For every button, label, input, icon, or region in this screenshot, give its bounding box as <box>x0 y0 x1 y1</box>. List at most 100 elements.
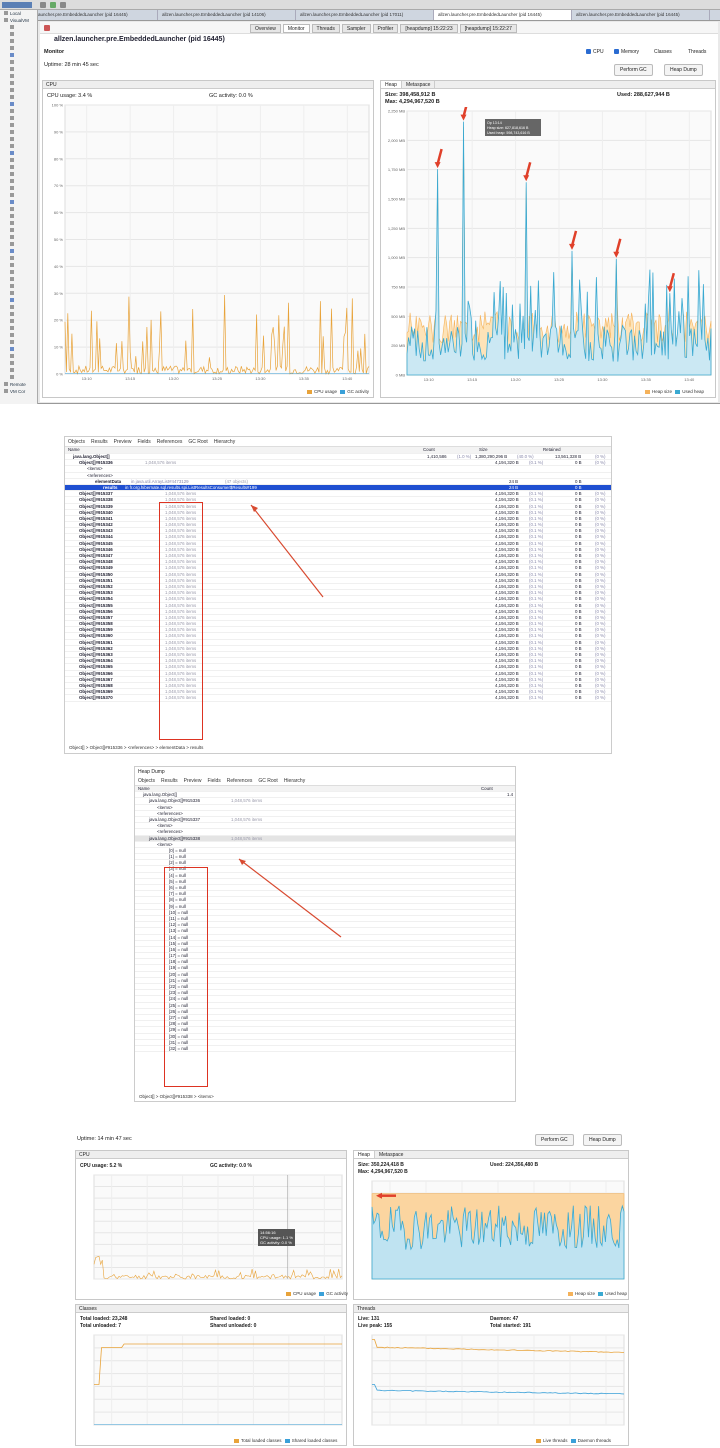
sidebar-item[interactable] <box>0 115 37 122</box>
heap-chart-2 <box>371 1180 625 1280</box>
sidebar-item[interactable] <box>0 199 37 206</box>
sidebar-item[interactable] <box>0 129 37 136</box>
gc-legend-swatch <box>340 389 346 394</box>
sidebar-item[interactable] <box>0 122 37 129</box>
heap-icon[interactable] <box>60 2 66 8</box>
tool-tab[interactable]: [heapdump] 15:22:27 <box>459 24 517 33</box>
sidebar-item[interactable] <box>0 143 37 150</box>
heap-y-tick: 0 MB <box>396 373 406 378</box>
total-unloaded-label: Total unloaded: 7 <box>80 1323 122 1329</box>
sidebar-item[interactable] <box>0 325 37 332</box>
sidebar-item[interactable] <box>0 185 37 192</box>
heap-dump-button-2[interactable]: Heap Dump <box>583 1134 622 1146</box>
sidebar-item[interactable] <box>0 227 37 234</box>
total-loaded-label: Total loaded: 23,248 <box>80 1316 128 1322</box>
process-icon <box>10 228 14 232</box>
tool-tab[interactable]: Profiler <box>372 24 399 33</box>
sidebar-item[interactable] <box>0 276 37 283</box>
sidebar-item[interactable] <box>0 339 37 346</box>
sidebar-item[interactable] <box>0 150 37 157</box>
sidebar-item[interactable]: Remote <box>0 381 37 388</box>
sidebar-item[interactable] <box>0 374 37 381</box>
process-icon <box>10 291 14 295</box>
window-tab[interactable]: allzen.launcher.pre.EmbeddedLauncher (pi… <box>158 10 296 20</box>
cpu-chart-panel: CPU CPU usage: 3.4 % GC activity: 0.0 % … <box>42 80 374 398</box>
sidebar-item[interactable] <box>0 241 37 248</box>
sidebar-item[interactable] <box>0 80 37 87</box>
sidebar-item-label: VM Cor <box>10 389 26 394</box>
sidebar-item[interactable] <box>0 311 37 318</box>
heap-dump-button[interactable]: Heap Dump <box>664 64 703 76</box>
sidebar-item[interactable] <box>0 262 37 269</box>
window-tab[interactable]: allzen.launcher.pre.EmbeddedLauncher (pi… <box>434 10 572 20</box>
sidebar-item[interactable] <box>0 192 37 199</box>
sidebar-item[interactable] <box>0 164 37 171</box>
sidebar-item[interactable] <box>0 213 37 220</box>
sidebar-item[interactable] <box>0 31 37 38</box>
sidebar-item[interactable] <box>0 360 37 367</box>
sidebar-item[interactable]: VisualVM <box>0 17 37 24</box>
sidebar-item[interactable] <box>0 332 37 339</box>
perform-gc-button[interactable]: Perform GC <box>614 64 653 76</box>
sidebar-item[interactable] <box>0 297 37 304</box>
heap-x-tick: 13:15 <box>467 377 478 382</box>
sidebar-item[interactable] <box>0 24 37 31</box>
sidebar-item[interactable] <box>0 38 37 45</box>
classes-checkbox[interactable]: Classes <box>654 49 672 55</box>
sidebar-item[interactable] <box>0 304 37 311</box>
sidebar-item[interactable] <box>0 269 37 276</box>
perform-gc-button-2[interactable]: Perform GC <box>535 1134 574 1146</box>
tool-tab[interactable]: Overview <box>250 24 281 33</box>
save-icon[interactable] <box>50 2 56 8</box>
window-tab[interactable]: allzen.launcher.pre.EmbeddedLauncher (pi… <box>20 10 158 20</box>
sidebar-item[interactable] <box>0 73 37 80</box>
memory-checkbox[interactable]: Memory <box>614 49 639 55</box>
process-icon <box>10 305 14 309</box>
sidebar-item[interactable] <box>0 45 37 52</box>
sidebar-item[interactable]: Local <box>0 10 37 17</box>
shared-unloaded-label: Shared unloaded: 0 <box>210 1323 257 1329</box>
tab-metaspace[interactable]: Metaspace <box>402 81 436 88</box>
sidebar-item[interactable] <box>0 367 37 374</box>
memory-check-label: Memory <box>621 49 640 55</box>
process-icon <box>10 165 14 169</box>
tab-heap[interactable]: Heap <box>381 81 402 88</box>
sidebar-item[interactable] <box>0 178 37 185</box>
tool-tab[interactable]: Threads <box>311 24 340 33</box>
sidebar-item[interactable] <box>0 136 37 143</box>
sidebar-item[interactable] <box>0 157 37 164</box>
sidebar-item[interactable] <box>0 171 37 178</box>
sidebar-item[interactable] <box>0 108 37 115</box>
open-icon[interactable] <box>40 2 46 8</box>
sidebar-item[interactable] <box>0 353 37 360</box>
sidebar-item[interactable] <box>0 87 37 94</box>
window-tabs: allzen.launcher.pre.EmbeddedLauncher (pi… <box>20 10 720 21</box>
threads-checkbox[interactable]: Threads <box>688 49 706 55</box>
sidebar-item[interactable] <box>0 101 37 108</box>
cpu-checkbox[interactable]: CPU <box>586 49 604 55</box>
window-tab[interactable]: allzen.launcher.pre.EmbeddedLauncher (pi… <box>572 10 710 20</box>
tool-tab[interactable]: Monitor <box>282 24 310 33</box>
sidebar-item[interactable] <box>0 283 37 290</box>
tab-heap-2[interactable]: Heap <box>354 1151 375 1158</box>
sidebar-item[interactable] <box>0 220 37 227</box>
process-icon <box>10 200 14 204</box>
sidebar-item[interactable] <box>0 248 37 255</box>
sidebar-item[interactable] <box>0 255 37 262</box>
sidebar-item[interactable] <box>0 346 37 353</box>
sidebar-item[interactable] <box>0 206 37 213</box>
sidebar-item[interactable]: VM Cor <box>0 388 37 395</box>
gc-activity-label-2: GC activity: 0.0 % <box>210 1163 252 1169</box>
tool-tab[interactable]: Sampler <box>341 24 371 33</box>
sidebar-item[interactable] <box>0 290 37 297</box>
sidebar-item[interactable] <box>0 66 37 73</box>
tab-metaspace-2[interactable]: Metaspace <box>375 1151 407 1158</box>
sidebar-item[interactable] <box>0 318 37 325</box>
sidebar-item[interactable] <box>0 94 37 101</box>
cpu-y-tick: 40 % <box>54 264 64 269</box>
sidebar-item[interactable] <box>0 52 37 59</box>
tool-tab[interactable]: [heapdump] 15:22:23 <box>400 24 458 33</box>
sidebar-item[interactable] <box>0 234 37 241</box>
window-tab[interactable]: allzen.launcher.pre.EmbeddedLauncher (pi… <box>296 10 434 20</box>
sidebar-item[interactable] <box>0 59 37 66</box>
